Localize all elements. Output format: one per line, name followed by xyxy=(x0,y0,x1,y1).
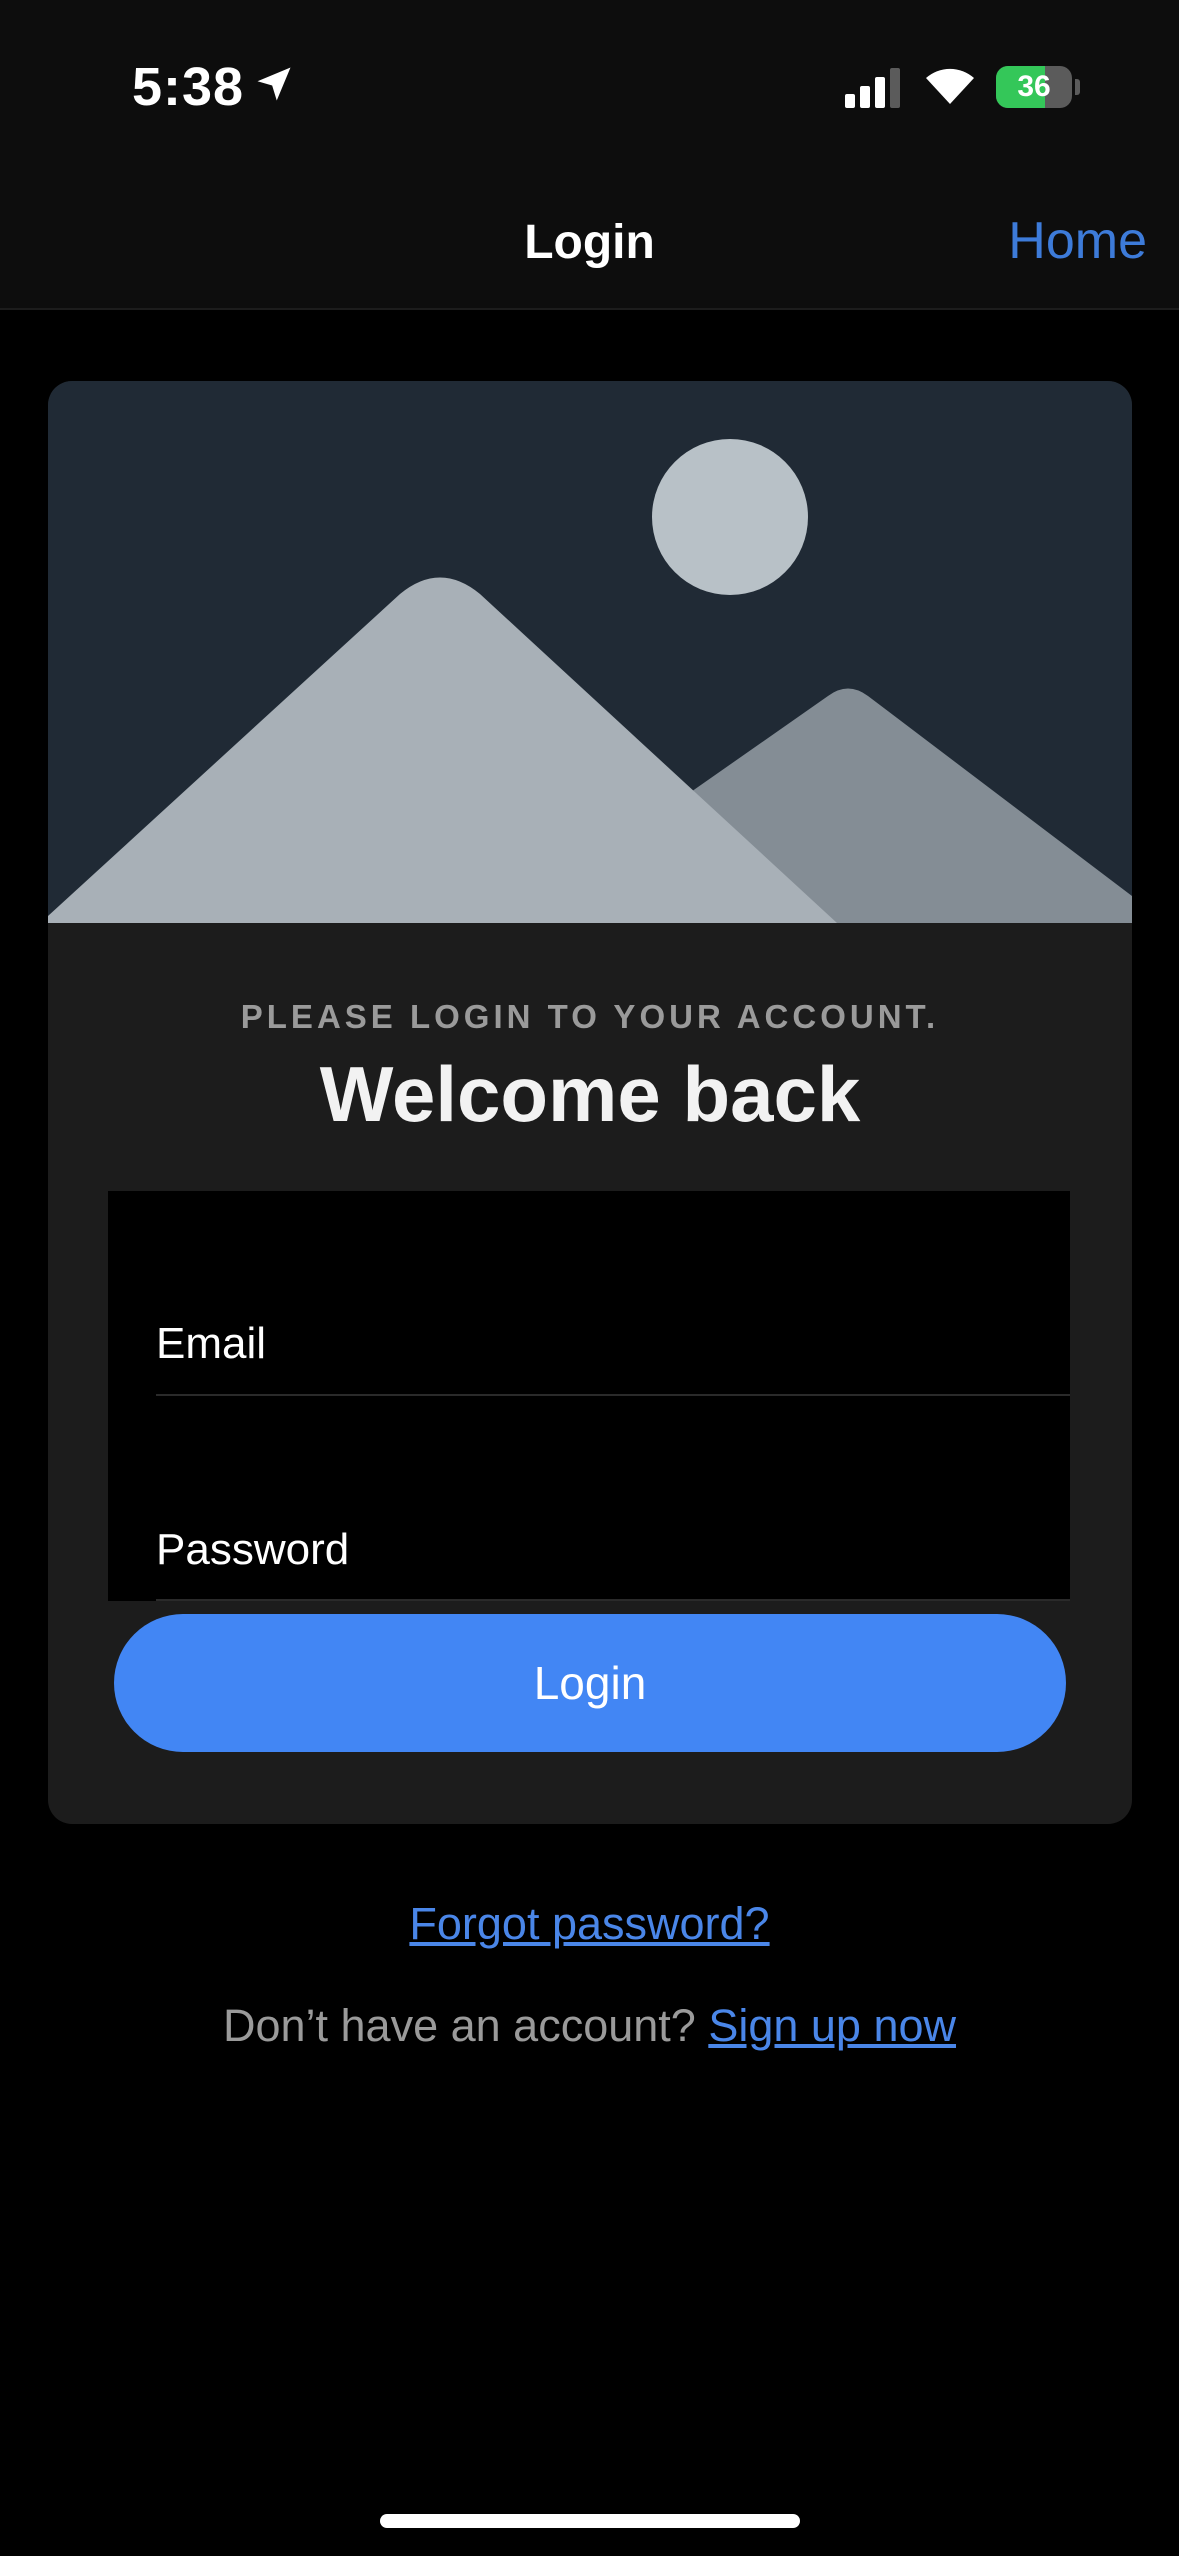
home-button[interactable]: Home xyxy=(1008,211,1147,271)
no-account-text: Don’t have an account? xyxy=(222,2000,696,2051)
wifi-icon xyxy=(926,68,974,104)
email-field-underline xyxy=(156,1394,1070,1396)
home-indicator[interactable] xyxy=(380,2514,800,2528)
password-field-underline xyxy=(156,1599,1070,1601)
image-placeholder-icon xyxy=(48,381,1132,923)
welcome-heading: Welcome back xyxy=(319,1050,861,1138)
sign-up-link[interactable]: Sign up now xyxy=(708,2000,956,2051)
battery-cap xyxy=(1075,79,1080,95)
cellular-signal-icon xyxy=(845,68,900,108)
forgot-password-link[interactable]: Forgot password? xyxy=(409,1898,769,1949)
navigation-bar: Login Home xyxy=(0,175,1179,310)
location-arrow-icon xyxy=(257,67,291,101)
nav-title: Login xyxy=(524,216,655,269)
battery-charging-icon: 36 xyxy=(996,66,1080,108)
signup-row: Don’t have an account? Sign up now xyxy=(0,2000,1179,2052)
login-form: Email Password xyxy=(108,1191,1070,1601)
status-bar: 5:38 36 xyxy=(0,0,1179,175)
status-time: 5:38 xyxy=(132,57,245,117)
email-field[interactable]: Email xyxy=(156,1319,266,1369)
forgot-password-row: Forgot password? xyxy=(0,1898,1179,1950)
battery-level: 36 xyxy=(1017,70,1051,103)
login-button[interactable]: Login xyxy=(114,1614,1066,1752)
login-subtitle: PLEASE LOGIN TO YOUR ACCOUNT. xyxy=(240,998,940,1035)
battery-body: 36 xyxy=(996,66,1072,108)
password-field[interactable]: Password xyxy=(156,1525,349,1575)
login-card: PLEASE LOGIN TO YOUR ACCOUNT. Welcome ba… xyxy=(48,381,1132,1824)
